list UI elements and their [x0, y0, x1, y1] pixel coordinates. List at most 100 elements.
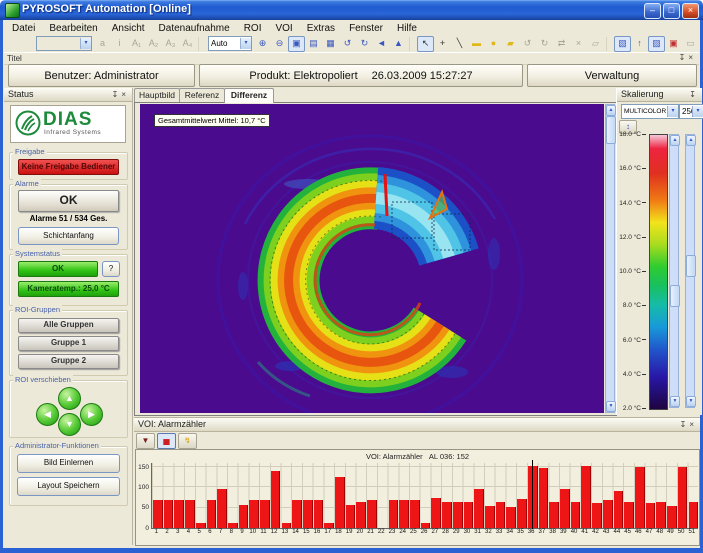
- system-help-button[interactable]: ?: [102, 261, 120, 277]
- bar-chart-icon[interactable]: ▅: [157, 433, 176, 449]
- move-down-button[interactable]: ▼: [58, 413, 81, 436]
- chevron-down-icon[interactable]: ▾: [667, 106, 678, 117]
- menu-item-fenster[interactable]: Fenster: [343, 22, 389, 35]
- close-icon[interactable]: ×: [689, 420, 697, 429]
- roi-verschieben-group-label: ROI verschieben: [13, 375, 73, 384]
- gruppe2-button[interactable]: Gruppe 2: [18, 354, 119, 369]
- draw-polygon-icon[interactable]: ▰: [502, 36, 519, 52]
- dias-logo-subtitle: Infrared Systems: [44, 129, 101, 136]
- select-pointer-icon[interactable]: ↖: [417, 36, 434, 52]
- chevron-down-icon[interactable]: ▾: [80, 38, 91, 49]
- scrollbar-thumb[interactable]: [686, 255, 696, 277]
- layout-speichern-button[interactable]: Layout Speichern: [17, 477, 120, 496]
- zoom-fit-icon[interactable]: ▣: [288, 36, 305, 52]
- bring-front-icon[interactable]: ↑: [631, 36, 648, 52]
- product-button[interactable]: Produkt: Elektropoliert 26.03.2009 15:27…: [199, 64, 523, 87]
- minimize-button[interactable]: –: [644, 3, 661, 19]
- bild-einlernen-button[interactable]: Bild Einlernen: [17, 454, 120, 473]
- thermal-image[interactable]: Gesamtmittelwert Mittel: 10,7 °C: [140, 104, 604, 413]
- roi-transform-icon: ▱: [587, 36, 604, 52]
- grid-view-icon[interactable]: ▦: [322, 36, 339, 52]
- levels-select[interactable]: 256 ▾: [679, 104, 703, 119]
- chart-cursor[interactable]: [532, 460, 533, 529]
- verwaltung-button[interactable]: Verwaltung: [527, 64, 697, 87]
- skalierung-dock-icons: ↧: [689, 90, 699, 99]
- filter-icon[interactable]: ▼: [136, 433, 155, 449]
- zoom-out-icon[interactable]: ⊖: [271, 36, 288, 52]
- chevron-down-icon[interactable]: ▾: [692, 106, 703, 117]
- scroll-down-icon[interactable]: ▼: [686, 396, 696, 407]
- x-label-4: 4: [183, 529, 194, 537]
- move-up-button[interactable]: ▲: [58, 387, 81, 410]
- user-button[interactable]: Benutzer: Administrator: [8, 64, 195, 87]
- pin-icon[interactable]: ↧: [680, 420, 690, 429]
- scale-min-scrollbar[interactable]: ▲ ▼: [685, 134, 695, 408]
- alle-gruppen-button[interactable]: Alle Gruppen: [18, 318, 119, 333]
- menu-item-hilfe[interactable]: Hilfe: [391, 22, 423, 35]
- roi-gruppen-group-label: ROI-Gruppen: [13, 305, 62, 314]
- scroll-down-icon[interactable]: ▼: [606, 401, 616, 412]
- menu-item-extras[interactable]: Extras: [301, 22, 341, 35]
- bar-20: [356, 502, 366, 528]
- move-left-button[interactable]: ◀: [36, 403, 59, 426]
- add-node-icon[interactable]: +: [434, 36, 451, 52]
- scroll-up-icon[interactable]: ▲: [606, 105, 616, 116]
- palette-select[interactable]: MULTICOLOR ▾: [621, 104, 679, 119]
- zoom-combo[interactable]: Auto▾: [208, 36, 252, 51]
- menu-item-datei[interactable]: Datei: [6, 22, 41, 35]
- zoom-in-icon[interactable]: ⊕: [254, 36, 271, 52]
- product-datetime: 26.03.2009 15:27:27: [372, 70, 473, 82]
- pin-icon[interactable]: ↧: [679, 53, 689, 62]
- menu-item-datenaufnahme[interactable]: Datenaufnahme: [153, 22, 236, 35]
- menu-item-voi[interactable]: VOI: [269, 22, 298, 35]
- scrollbar-thumb[interactable]: [670, 285, 680, 307]
- menu-item-ansicht[interactable]: Ansicht: [106, 22, 151, 35]
- gridline: [152, 486, 698, 487]
- tab-differenz[interactable]: Differenz: [224, 88, 274, 103]
- scroll-down-icon[interactable]: ▼: [670, 396, 680, 407]
- schichtanfang-button[interactable]: Schichtanfang: [18, 227, 119, 245]
- flip-horizontal-icon[interactable]: ◄: [373, 36, 390, 52]
- gruppe1-button[interactable]: Gruppe 1: [18, 336, 119, 351]
- snap-grid-icon[interactable]: ▧: [614, 36, 631, 52]
- freigabe-status-button[interactable]: Keine Freigabe Bediener: [18, 159, 119, 175]
- pin-icon[interactable]: ↧: [112, 90, 122, 99]
- flash-icon[interactable]: ↯: [178, 433, 197, 449]
- move-right-button[interactable]: ▶: [80, 403, 103, 426]
- skalierung-title: Skalierung: [621, 89, 664, 99]
- flip-vertical-icon[interactable]: ▲: [390, 36, 407, 52]
- rotate-right-icon[interactable]: ↻: [356, 36, 373, 52]
- x-label-26: 26: [419, 529, 430, 537]
- x-label-43: 43: [601, 529, 612, 537]
- scale-max-scrollbar[interactable]: ▲ ▼: [669, 134, 679, 408]
- close-button[interactable]: ×: [682, 3, 699, 19]
- draw-line-icon[interactable]: ╲: [451, 36, 468, 52]
- status-panel: Status ↧× DIAS Infrared Systems Freigabe…: [4, 88, 133, 545]
- tab-referenz[interactable]: Referenz: [179, 88, 225, 103]
- pin-icon[interactable]: ↧: [689, 90, 699, 99]
- application-window: PYROSOFT Automation [Online] –□× DateiBe…: [0, 0, 703, 553]
- menu-item-roi[interactable]: ROI: [238, 22, 268, 35]
- rotate-left-icon[interactable]: ↺: [339, 36, 356, 52]
- menu-item-bearbeiten[interactable]: Bearbeiten: [43, 22, 103, 35]
- bar-29: [453, 502, 463, 528]
- stop-icon[interactable]: ▣: [665, 36, 682, 52]
- alarm-ok-button[interactable]: OK: [18, 190, 119, 212]
- single-view-icon[interactable]: ▤: [305, 36, 322, 52]
- chevron-down-icon[interactable]: ▾: [240, 38, 251, 49]
- scroll-up-icon[interactable]: ▲: [670, 135, 680, 146]
- tab-hauptbild[interactable]: Hauptbild: [134, 88, 180, 103]
- image-vertical-scrollbar[interactable]: ▲ ▼: [605, 104, 615, 413]
- restore-button[interactable]: □: [663, 3, 680, 19]
- scrollbar-thumb[interactable]: [606, 116, 616, 144]
- x-label-7: 7: [215, 529, 226, 537]
- send-back-icon[interactable]: ▨: [648, 36, 665, 52]
- bar-27: [431, 498, 441, 529]
- draw-ellipse-icon[interactable]: ●: [485, 36, 502, 52]
- scroll-up-icon[interactable]: ▲: [686, 135, 696, 146]
- close-icon[interactable]: ×: [688, 53, 696, 62]
- title-bar[interactable]: PYROSOFT Automation [Online] –□×: [0, 0, 703, 20]
- group-icon: ▭: [682, 36, 699, 52]
- close-icon[interactable]: ×: [121, 90, 129, 99]
- draw-rectangle-icon[interactable]: ▬: [468, 36, 485, 52]
